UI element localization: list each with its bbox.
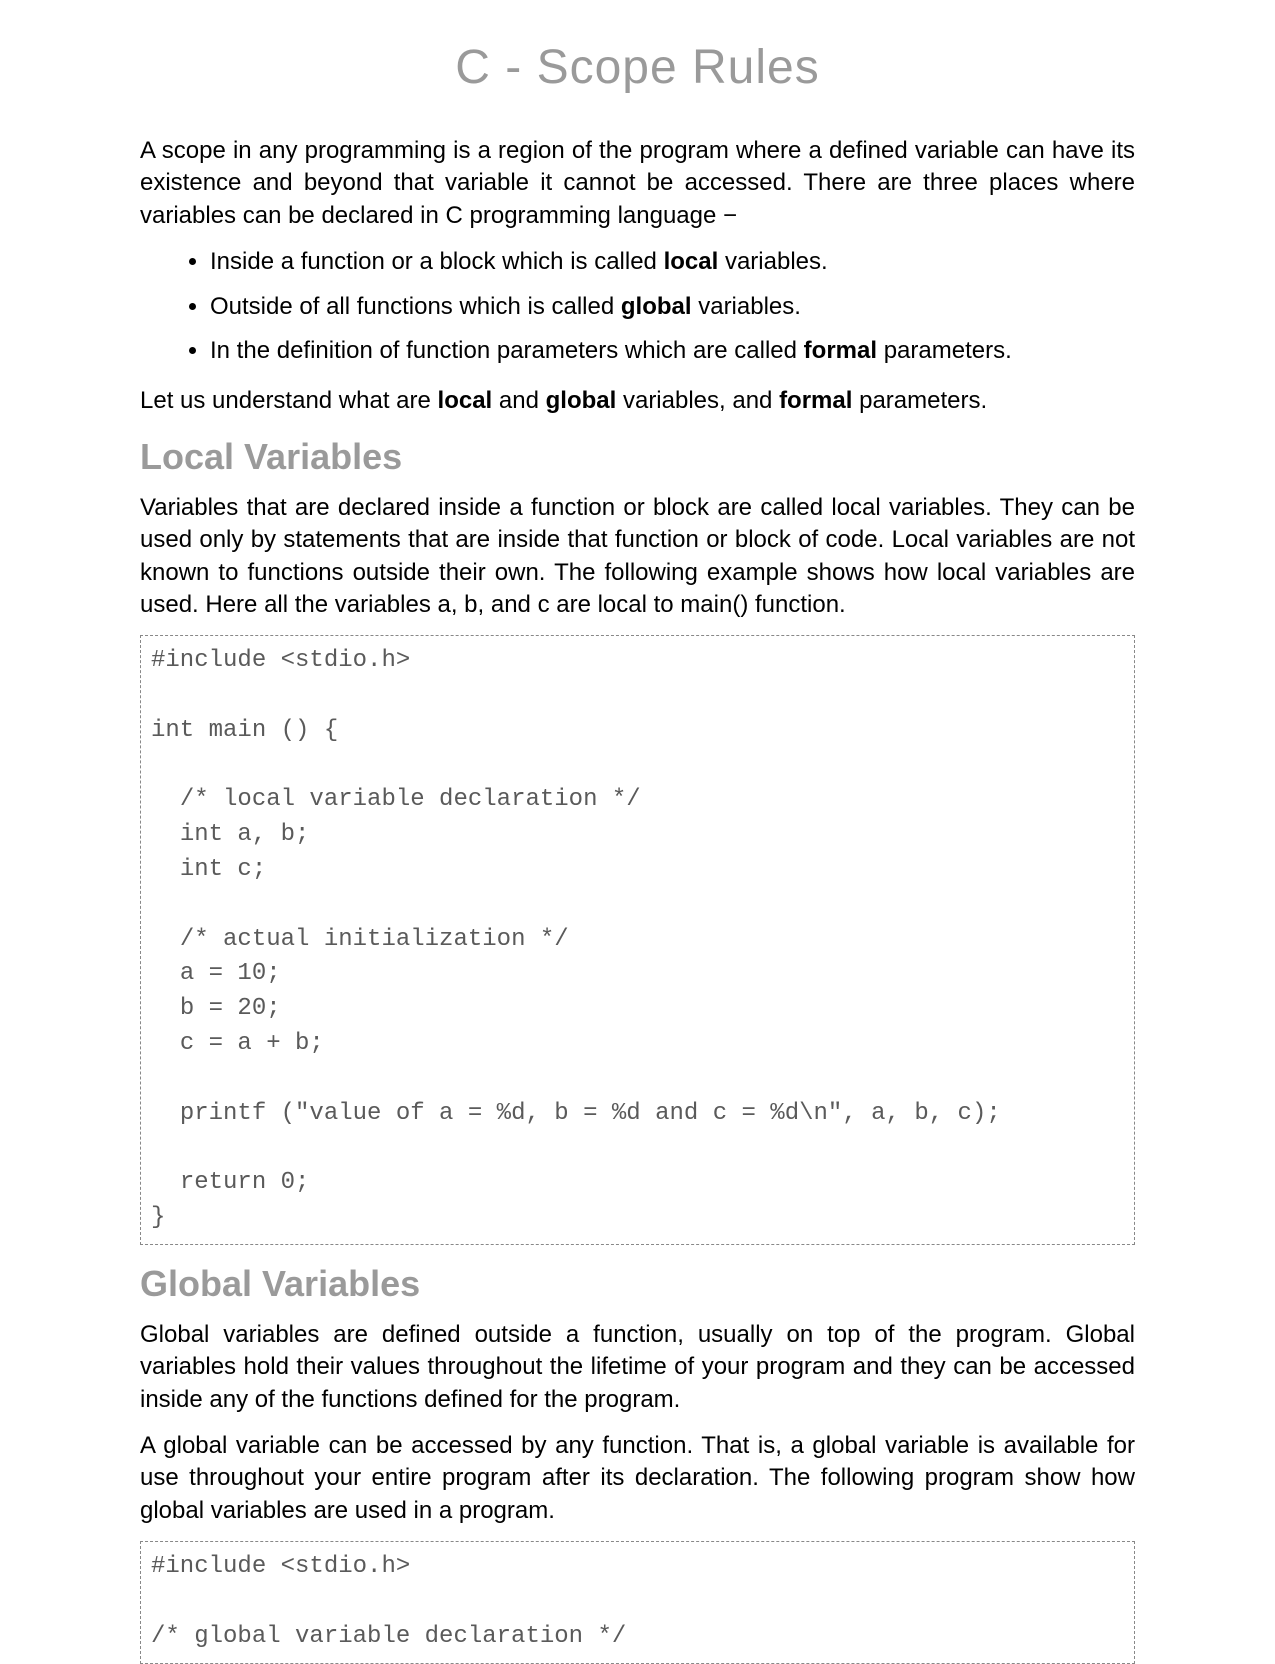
bold-global: global	[546, 387, 617, 414]
global-variables-heading: Global Variables	[140, 1263, 1135, 1305]
global-variables-paragraph-1: Global variables are defined outside a f…	[140, 1319, 1135, 1416]
global-variables-paragraph-2: A global variable can be accessed by any…	[140, 1430, 1135, 1527]
local-variables-paragraph: Variables that are declared inside a fun…	[140, 492, 1135, 622]
bullet-text-pre: In the definition of function parameters…	[210, 337, 804, 364]
understand-paragraph: Let us understand what are local and glo…	[140, 385, 1135, 417]
bullet-list: Inside a function or a block which is ca…	[180, 246, 1135, 367]
intro-paragraph: A scope in any programming is a region o…	[140, 135, 1135, 232]
text: and	[492, 387, 545, 414]
bullet-text-pre: Outside of all functions which is called	[210, 293, 621, 320]
bullet-text-pre: Inside a function or a block which is ca…	[210, 248, 664, 275]
local-variables-heading: Local Variables	[140, 436, 1135, 478]
bullet-text-post: variables.	[718, 248, 827, 275]
bullet-text-post: variables.	[692, 293, 801, 320]
bold-formal: formal	[779, 387, 852, 414]
text: parameters.	[852, 387, 987, 414]
bullet-text-bold: global	[621, 293, 692, 320]
page-title: C - Scope Rules	[140, 40, 1135, 95]
text: Let us understand what are	[140, 387, 438, 414]
bullet-text-bold: formal	[804, 337, 877, 364]
bullet-text-post: parameters.	[877, 337, 1012, 364]
bold-local: local	[438, 387, 493, 414]
bullet-global: Outside of all functions which is called…	[210, 291, 1135, 323]
global-variables-code: #include <stdio.h> /* global variable de…	[140, 1541, 1135, 1663]
bullet-text-bold: local	[664, 248, 719, 275]
local-variables-code: #include <stdio.h> int main () { /* loca…	[140, 635, 1135, 1245]
text: variables, and	[616, 387, 779, 414]
bullet-formal: In the definition of function parameters…	[210, 335, 1135, 367]
bullet-local: Inside a function or a block which is ca…	[210, 246, 1135, 278]
document-page: C - Scope Rules A scope in any programmi…	[0, 0, 1275, 1650]
